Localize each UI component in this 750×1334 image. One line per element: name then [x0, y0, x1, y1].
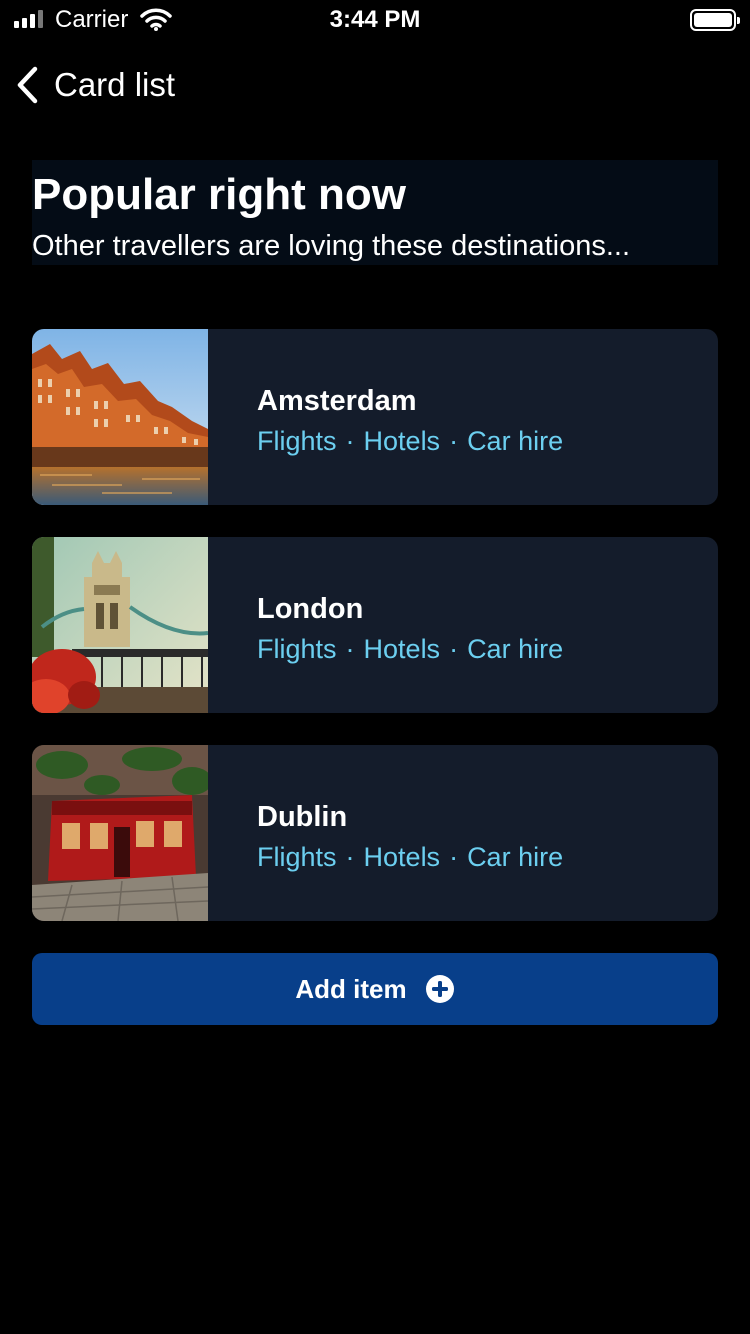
link-separator: ·	[449, 426, 459, 456]
card-title: London	[257, 593, 364, 625]
link-separator: ·	[449, 634, 459, 664]
destination-card-dublin[interactable]: Dublin Flights · Hotels · Car hire	[32, 745, 718, 921]
car-hire-link[interactable]: Car hire	[467, 842, 563, 872]
chevron-left-icon	[17, 66, 38, 104]
navigation-bar: Card list	[0, 60, 750, 110]
back-button[interactable]: Card list	[14, 60, 175, 110]
link-separator: ·	[449, 842, 459, 872]
flights-link[interactable]: Flights	[257, 426, 337, 456]
flights-link[interactable]: Flights	[257, 634, 337, 664]
car-hire-link[interactable]: Car hire	[467, 634, 563, 664]
add-item-button[interactable]: Add item	[32, 953, 718, 1025]
flights-link[interactable]: Flights	[257, 842, 337, 872]
status-bar: Carrier 3:44 PM	[0, 0, 750, 40]
hotels-link[interactable]: Hotels	[364, 842, 441, 872]
card-links: Flights · Hotels · Car hire	[257, 426, 563, 457]
section-subtitle: Other travellers are loving these destin…	[32, 230, 631, 262]
plus-circle-icon	[425, 975, 454, 1003]
link-separator: ·	[345, 634, 355, 664]
dublin-image	[32, 745, 208, 921]
hotels-link[interactable]: Hotels	[364, 426, 441, 456]
destination-card-london[interactable]: London Flights · Hotels · Car hire	[32, 537, 718, 713]
destination-card-amsterdam[interactable]: Amsterdam Flights · Hotels · Car hire	[32, 329, 718, 505]
nav-title: Card list	[54, 66, 176, 103]
link-separator: ·	[345, 426, 355, 456]
card-title: Dublin	[257, 801, 348, 833]
card-title: Amsterdam	[257, 385, 417, 417]
section-header: Popular right now Other travellers are l…	[32, 160, 718, 265]
hotels-link[interactable]: Hotels	[364, 634, 441, 664]
card-links: Flights · Hotels · Car hire	[257, 634, 563, 665]
add-item-label: Add item	[295, 973, 407, 1004]
battery-icon	[690, 9, 740, 31]
section-title: Popular right now	[32, 170, 406, 219]
card-links: Flights · Hotels · Car hire	[257, 842, 563, 873]
car-hire-link[interactable]: Car hire	[467, 426, 563, 456]
link-separator: ·	[345, 842, 355, 872]
amsterdam-image	[32, 329, 208, 505]
london-image	[32, 537, 208, 713]
status-time: 3:44 PM	[329, 6, 421, 33]
